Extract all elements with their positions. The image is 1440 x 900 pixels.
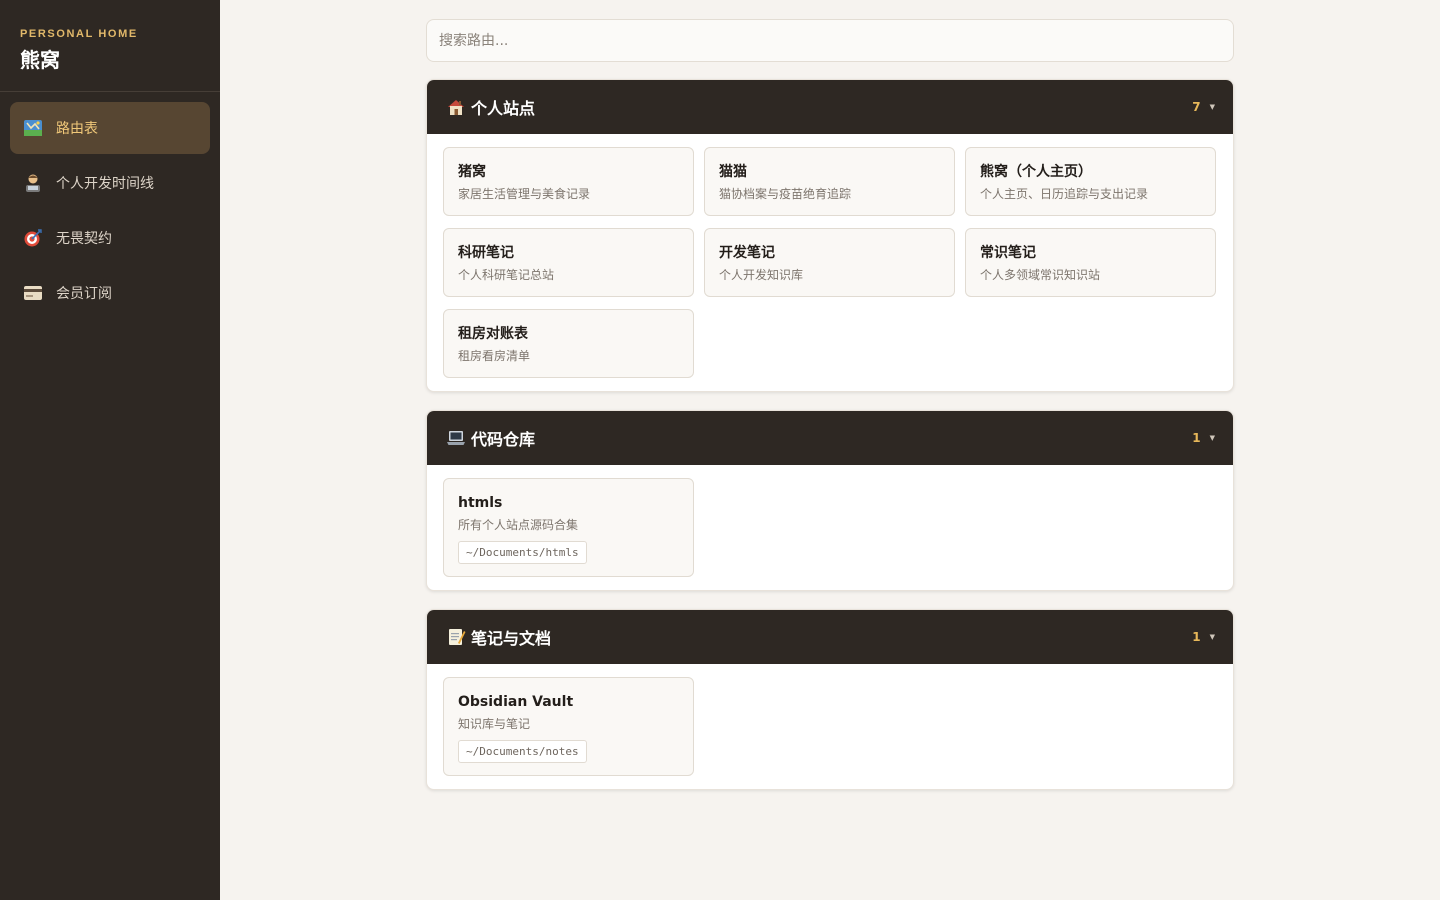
- card-title: 常识笔记: [980, 245, 1036, 261]
- route-card[interactable]: 猫猫 猫协档案与疫苗绝育追踪: [704, 147, 955, 216]
- route-card[interactable]: 租房对账表 租房看房清单: [443, 309, 694, 378]
- search-input[interactable]: [426, 19, 1234, 62]
- card-description: 个人开发知识库: [719, 268, 804, 282]
- card-description: 家居生活管理与美食记录: [458, 187, 591, 201]
- caret-down-icon[interactable]: ▼: [1210, 434, 1215, 442]
- sidebar-nav: 路由表 个人开发时间线 无畏契约 会员订阅: [0, 92, 220, 332]
- card-title: htmls: [458, 495, 503, 511]
- route-card[interactable]: 开发笔记 个人开发知识库: [704, 228, 955, 297]
- card-grid: htmls 所有个人站点源码合集 ~/Documents/htmls: [427, 465, 1233, 590]
- card-description: 租房看房清单: [458, 349, 531, 363]
- sidebar-item-valorant[interactable]: 无畏契约: [10, 212, 210, 264]
- card-title: Obsidian Vault: [458, 694, 574, 710]
- card-description: 个人多领域常识知识站: [980, 268, 1101, 282]
- section-count: 1: [1192, 630, 1201, 644]
- sidebar-item-dev-timeline[interactable]: 个人开发时间线: [10, 157, 210, 209]
- card-description: 所有个人站点源码合集: [458, 518, 579, 532]
- brand-title: 熊窝: [20, 48, 60, 72]
- map-icon: [22, 117, 44, 139]
- route-card[interactable]: 常识笔记 个人多领域常识知识站: [965, 228, 1216, 297]
- section-code-repos: 代码仓库 1 ▼ htmls 所有个人站点源码合集 ~/Documents/ht…: [426, 410, 1234, 591]
- repo-card[interactable]: htmls 所有个人站点源码合集 ~/Documents/htmls: [443, 478, 694, 577]
- brand: PERSONAL HOME 熊窝: [0, 0, 220, 92]
- caret-down-icon[interactable]: ▼: [1210, 103, 1215, 111]
- sidebar: PERSONAL HOME 熊窝 路由表 个人开发时间线 无畏契约 会员订阅: [0, 0, 220, 900]
- card-title: 科研笔记: [458, 245, 514, 261]
- sidebar-item-label: 个人开发时间线: [56, 176, 154, 192]
- section-count: 1: [1192, 431, 1201, 445]
- section-header[interactable]: 笔记与文档 1 ▼: [427, 610, 1233, 664]
- card-title: 猫猫: [719, 164, 747, 180]
- caret-down-icon[interactable]: ▼: [1210, 633, 1215, 641]
- card-description: 知识库与笔记: [458, 717, 531, 731]
- sidebar-item-subscriptions[interactable]: 会员订阅: [10, 267, 210, 319]
- card-title: 熊窝（个人主页）: [980, 164, 1092, 180]
- card-title: 开发笔记: [719, 245, 775, 261]
- notes-card[interactable]: Obsidian Vault 知识库与笔记 ~/Documents/notes: [443, 677, 694, 776]
- section-header[interactable]: 代码仓库 1 ▼: [427, 411, 1233, 465]
- route-card[interactable]: 科研笔记 个人科研笔记总站: [443, 228, 694, 297]
- card-path: ~/Documents/notes: [458, 740, 587, 763]
- developer-icon: [22, 172, 44, 194]
- section-title: 个人站点: [471, 99, 536, 118]
- house-icon: [445, 96, 467, 118]
- brand-subtitle: PERSONAL HOME: [20, 28, 138, 40]
- card-description: 个人科研笔记总站: [458, 268, 555, 282]
- sidebar-item-routes[interactable]: 路由表: [10, 102, 210, 154]
- route-card[interactable]: 猪窝 家居生活管理与美食记录: [443, 147, 694, 216]
- route-card[interactable]: 熊窝（个人主页） 个人主页、日历追踪与支出记录: [965, 147, 1216, 216]
- sidebar-item-label: 会员订阅: [56, 286, 112, 302]
- section-count: 7: [1192, 100, 1201, 114]
- laptop-icon: [445, 427, 467, 449]
- section-title: 代码仓库: [471, 430, 536, 449]
- section-notes-docs: 笔记与文档 1 ▼ Obsidian Vault 知识库与笔记 ~/Docume…: [426, 609, 1234, 790]
- main-area: 个人站点 7 ▼ 猪窝 家居生活管理与美食记录 猫猫 猫协档案与疫苗绝育追踪: [220, 0, 1440, 900]
- target-icon: [22, 227, 44, 249]
- card-title: 猪窝: [458, 164, 486, 180]
- card-path: ~/Documents/htmls: [458, 541, 587, 564]
- card-title: 租房对账表: [458, 326, 528, 342]
- section-personal-sites: 个人站点 7 ▼ 猪窝 家居生活管理与美食记录 猫猫 猫协档案与疫苗绝育追踪 熊…: [426, 79, 1234, 392]
- section-title: 笔记与文档: [471, 629, 552, 648]
- card-grid: 猪窝 家居生活管理与美食记录 猫猫 猫协档案与疫苗绝育追踪 熊窝（个人主页） 个…: [427, 134, 1233, 391]
- content: 个人站点 7 ▼ 猪窝 家居生活管理与美食记录 猫猫 猫协档案与疫苗绝育追踪: [426, 19, 1234, 790]
- memo-icon: [445, 626, 467, 648]
- sidebar-item-label: 路由表: [56, 121, 98, 137]
- card-description: 个人主页、日历追踪与支出记录: [980, 187, 1149, 201]
- credit-card-icon: [22, 282, 44, 304]
- app-root: PERSONAL HOME 熊窝 路由表 个人开发时间线 无畏契约 会员订阅 搜…: [0, 0, 1440, 900]
- card-grid: Obsidian Vault 知识库与笔记 ~/Documents/notes: [427, 664, 1233, 789]
- section-header[interactable]: 个人站点 7 ▼: [427, 80, 1233, 134]
- card-description: 猫协档案与疫苗绝育追踪: [719, 187, 852, 201]
- sidebar-item-label: 无畏契约: [56, 231, 112, 247]
